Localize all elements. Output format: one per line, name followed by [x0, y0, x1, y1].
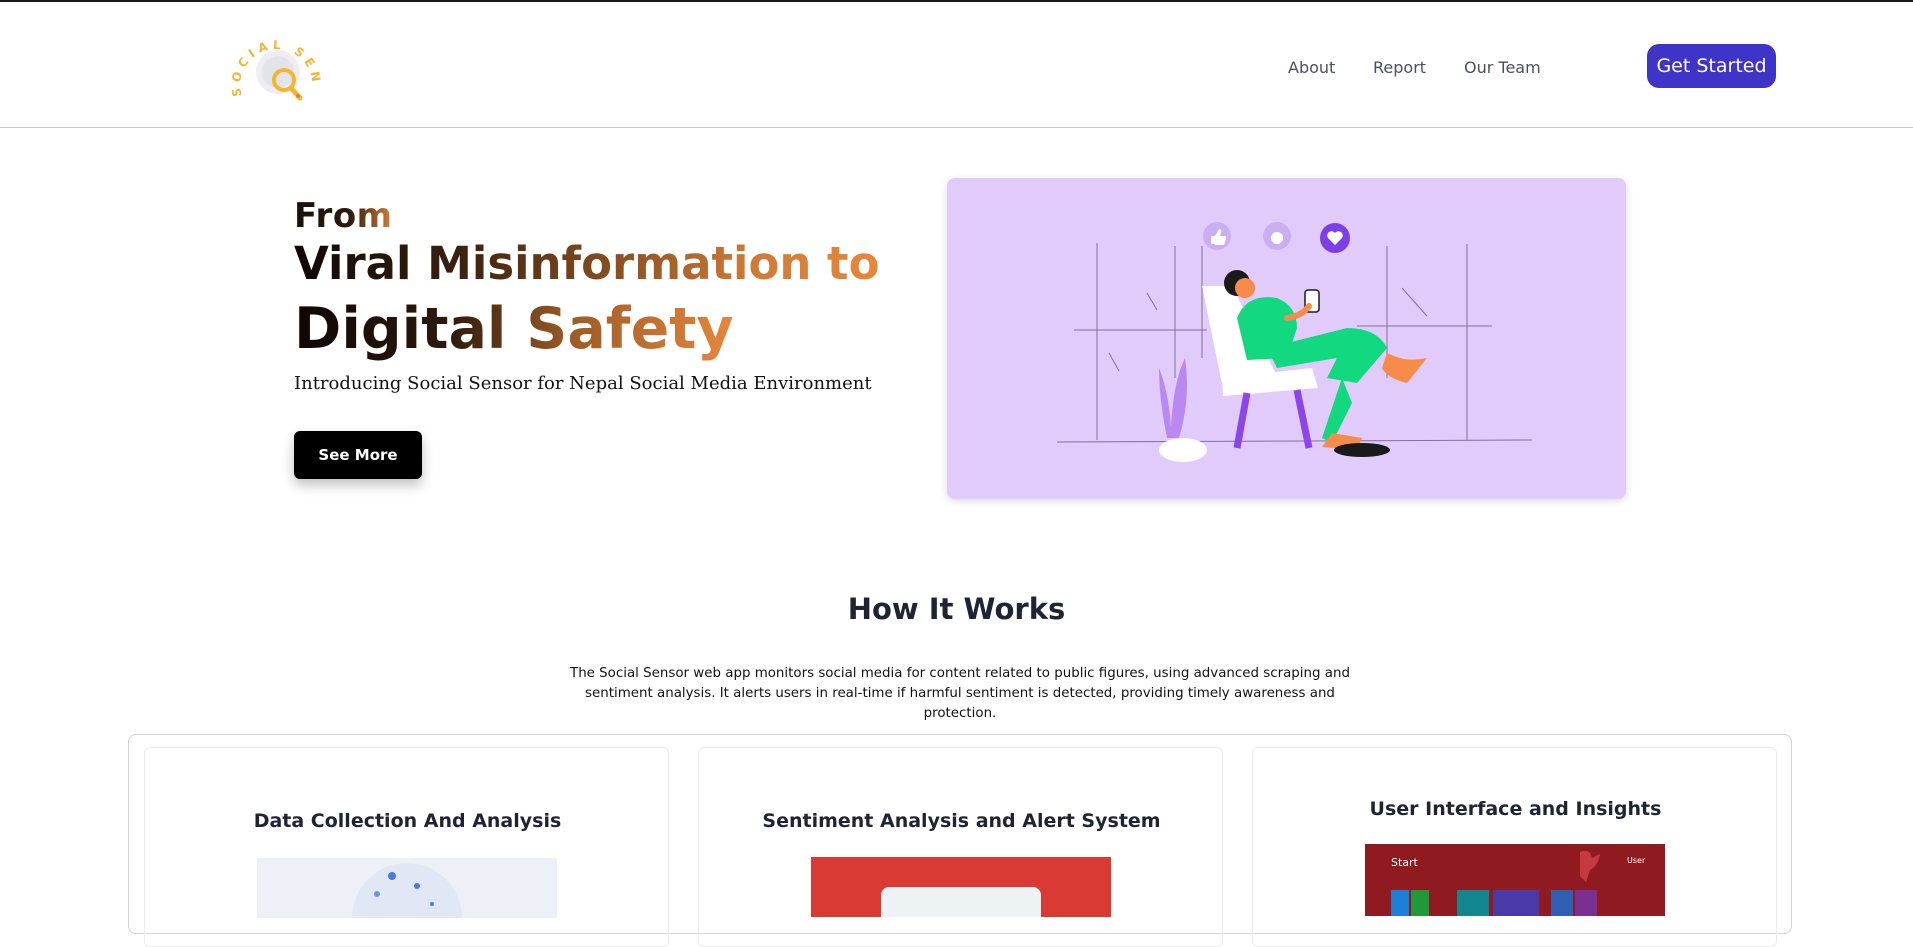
- nav-link-report[interactable]: Report: [1373, 58, 1426, 77]
- user-interface-image: Start User: [1365, 844, 1665, 916]
- sentiment-alert-image: [811, 857, 1111, 917]
- hero-heading-line-2: Digital Safety: [294, 296, 734, 362]
- feature-card-title: Data Collection And Analysis: [253, 810, 562, 832]
- social-sensor-logo[interactable]: SOCIAL SENSOR: [217, 5, 330, 114]
- feature-card-sentiment-analysis: Sentiment Analysis and Alert System: [698, 747, 1223, 947]
- nav-link-about[interactable]: About: [1288, 58, 1335, 77]
- nav-link-our-team[interactable]: Our Team: [1464, 58, 1541, 77]
- site-header: SOCIAL SENSOR About Report Our Team Get …: [0, 2, 1913, 128]
- feature-card-user-interface: User Interface and Insights Start User: [1252, 747, 1777, 947]
- hero-illustration: [947, 178, 1626, 499]
- feature-card-title: User Interface and Insights: [1369, 798, 1662, 820]
- feature-card-title: Sentiment Analysis and Alert System: [762, 810, 1161, 832]
- data-collection-image: [257, 858, 557, 918]
- get-started-button[interactable]: Get Started: [1647, 44, 1776, 88]
- hero-subtitle: Introducing Social Sensor for Nepal Soci…: [294, 373, 872, 394]
- see-more-button[interactable]: See More: [294, 431, 422, 479]
- feature-card-data-collection: Data Collection And Analysis: [144, 747, 669, 947]
- hero-heading-line-1: Viral Misinformation to: [294, 237, 880, 290]
- features-container: Data Collection And Analysis Sentiment A…: [128, 734, 1792, 947]
- how-it-works-title: How It Works: [847, 592, 1066, 626]
- how-it-works-description: The Social Sensor web app monitors socia…: [570, 666, 1350, 721]
- hero-heading-from: From: [294, 196, 393, 236]
